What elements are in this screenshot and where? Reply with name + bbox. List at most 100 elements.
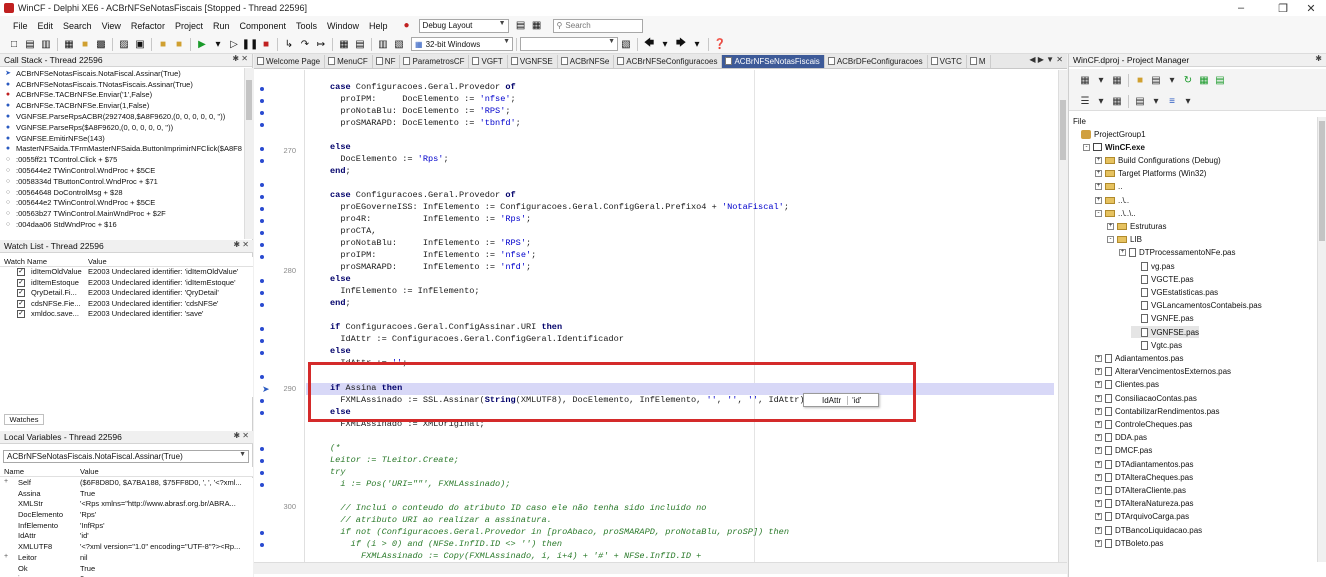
run-to-cursor-icon[interactable]: ↦ bbox=[315, 38, 327, 50]
new-icon[interactable]: □ bbox=[8, 38, 20, 50]
tree-item[interactable]: + ContabilizarRendimentos.pas bbox=[1095, 405, 1220, 417]
expand-icon[interactable]: + bbox=[1095, 394, 1102, 402]
back-dropdown-icon[interactable]: ▾ bbox=[659, 38, 671, 50]
save-layout-icon[interactable]: ▤ bbox=[515, 20, 527, 32]
add-file-icon[interactable]: ■ bbox=[157, 38, 169, 50]
local-row[interactable]: DocElemento 'Rps' bbox=[0, 510, 253, 521]
step-over-icon[interactable]: ↷ bbox=[299, 38, 311, 50]
tree-item[interactable]: + Adiantamentos.pas bbox=[1095, 352, 1184, 364]
call-stack-scrollbar[interactable] bbox=[244, 68, 253, 239]
open-project-icon[interactable]: ▦ bbox=[63, 38, 75, 50]
sort-icon[interactable]: ☰ bbox=[1079, 95, 1091, 107]
add-icon[interactable]: ▦ bbox=[1111, 74, 1123, 86]
tree-item[interactable]: + DTAlteraCheques.pas bbox=[1095, 471, 1193, 483]
menu-tools[interactable]: Tools bbox=[291, 21, 322, 31]
expand-icon[interactable]: + bbox=[1119, 249, 1126, 257]
sync-icon[interactable]: ↻ bbox=[1182, 74, 1194, 86]
menu-project[interactable]: Project bbox=[170, 21, 208, 31]
stop-icon[interactable]: ■ bbox=[260, 38, 272, 50]
tree-item[interactable]: - WinCF.exe bbox=[1083, 141, 1145, 153]
close-file-icon[interactable]: ▣ bbox=[134, 38, 146, 50]
tab-welcome-page[interactable]: Welcome Page bbox=[254, 54, 326, 68]
ide-search-input[interactable]: ⚲ Search bbox=[552, 18, 643, 33]
tree-item[interactable]: VGLancamentosContabeis.pas bbox=[1131, 300, 1262, 312]
project-options-icon[interactable]: ▥ bbox=[377, 38, 389, 50]
dropdown-icon[interactable]: ▾ bbox=[1095, 95, 1107, 107]
pin-close-icon[interactable]: ✱ ✕ bbox=[232, 54, 248, 63]
call-stack-row[interactable]: ○:005644e2 TWinControl.WndProc + $5CE bbox=[0, 165, 253, 176]
dropdown-icon[interactable]: ▾ bbox=[1182, 95, 1194, 107]
watch-checkbox[interactable]: ✓ bbox=[17, 299, 25, 308]
expand-icon[interactable]: + bbox=[1095, 368, 1102, 376]
remove-file-icon[interactable]: ■ bbox=[173, 38, 185, 50]
minimize-button[interactable]: – bbox=[1226, 0, 1256, 16]
tree-item[interactable]: VGCTE.pas bbox=[1131, 273, 1194, 285]
watch-row[interactable]: ✓ cdsNFSe.Fie... E2003 Undeclared identifi… bbox=[0, 299, 253, 310]
toggle-form-icon[interactable]: ▤ bbox=[354, 38, 366, 50]
tree-item[interactable]: +.. bbox=[1095, 181, 1122, 193]
watch-checkbox[interactable]: ✓ bbox=[17, 289, 25, 298]
call-stack-row[interactable]: ● ACBrNFSe.TACBrNFSe.Enviar('1',False) bbox=[0, 90, 253, 101]
tab-parametroscf[interactable]: ParametrosCF bbox=[400, 54, 470, 68]
call-stack-row[interactable]: ○:0055ff21 TControl.Click + $75 bbox=[0, 154, 253, 165]
device-combo[interactable]: ▼ bbox=[520, 37, 618, 51]
expand-icon[interactable]: + bbox=[1095, 486, 1102, 494]
help-question-icon[interactable]: ❓ bbox=[714, 38, 726, 50]
tree-item[interactable]: VGNFE.pas bbox=[1131, 313, 1194, 325]
expand-icon[interactable]: + bbox=[1095, 434, 1102, 442]
layout-window-icon[interactable]: ▦ bbox=[531, 20, 543, 32]
tree-item[interactable]: Vgtc.pas bbox=[1131, 339, 1182, 351]
tree-item[interactable]: + DDA.pas bbox=[1095, 432, 1147, 444]
save-icon[interactable]: ▩ bbox=[95, 38, 107, 50]
menu-edit[interactable]: Edit bbox=[33, 21, 59, 31]
tree-item[interactable]: VGEstatisticas.pas bbox=[1131, 286, 1218, 298]
call-stack-row[interactable]: ● MasterNFSaida.TFrmMasterNFSaida.ButtonI… bbox=[0, 144, 253, 155]
watch-checkbox[interactable]: ✓ bbox=[17, 310, 25, 319]
form-view-icon[interactable]: ▦ bbox=[338, 38, 350, 50]
expand-all-icon[interactable]: ▦ bbox=[1198, 74, 1210, 86]
tree-item[interactable]: + DTBancoLiquidacao.pas bbox=[1095, 524, 1202, 536]
menu-file[interactable]: File bbox=[8, 21, 33, 31]
editor-hscrollbar[interactable] bbox=[254, 562, 1067, 574]
column-value[interactable]: Value bbox=[88, 257, 107, 266]
local-row[interactable]: InfElemento 'InfRps' bbox=[0, 521, 253, 532]
tree-item[interactable]: + DTAdiantamentos.pas bbox=[1095, 458, 1194, 470]
expand-icon[interactable]: + bbox=[1095, 539, 1102, 547]
forward-icon[interactable]: 🡆 bbox=[675, 38, 687, 50]
view-icon[interactable]: ▤ bbox=[1150, 74, 1162, 86]
collapse-icon[interactable]: - bbox=[1095, 209, 1102, 217]
expand-icon[interactable]: + bbox=[1095, 500, 1102, 508]
expand-icon[interactable]: + bbox=[1095, 156, 1102, 164]
restore-button[interactable]: ❐ bbox=[1268, 0, 1298, 16]
dropdown-icon[interactable]: ▾ bbox=[1150, 95, 1162, 107]
local-row[interactable]: + Self ($6F8D8D0, $A7BA188, $75FF8D0, ', '… bbox=[0, 478, 253, 489]
expand-icon[interactable]: + bbox=[1095, 447, 1102, 455]
column-value[interactable]: Value bbox=[80, 467, 99, 476]
expand-icon[interactable]: + bbox=[1095, 381, 1102, 389]
pin-icon[interactable]: ✱ bbox=[1315, 54, 1322, 63]
expand-icon[interactable]: + bbox=[1107, 222, 1114, 230]
run-dropdown-icon[interactable]: ▾ bbox=[212, 38, 224, 50]
editor-vscrollbar[interactable] bbox=[1058, 70, 1067, 562]
watch-row[interactable]: ✓ idItemEstoque E2003 Undeclared identifie… bbox=[0, 278, 253, 289]
dropdown-icon[interactable]: ▾ bbox=[1095, 74, 1107, 86]
tree-item[interactable]: - ..\..\.. bbox=[1095, 207, 1136, 219]
code-text[interactable]: ➤ case Configuracoes.Geral.Provedor of p… bbox=[254, 70, 1054, 562]
platform-combo[interactable]: ▦ 32-bit Windows ▼ bbox=[411, 37, 513, 51]
options-icon[interactable]: ≡ bbox=[1166, 95, 1178, 107]
expand-icon[interactable]: + bbox=[1095, 460, 1102, 468]
tree-item[interactable]: + ControleCheques.pas bbox=[1095, 418, 1192, 430]
column-watch-name[interactable]: Watch Name bbox=[4, 257, 47, 266]
tab-watches[interactable]: Watches bbox=[4, 414, 44, 425]
collapse-icon[interactable]: - bbox=[1107, 236, 1114, 244]
tab-acbrdfeconfiguracoes[interactable]: ACBrDFeConfiguracoes bbox=[825, 54, 928, 68]
tree-item[interactable]: + Estruturas bbox=[1107, 220, 1166, 232]
menu-refactor[interactable]: Refactor bbox=[126, 21, 170, 31]
local-row[interactable]: XMLUTF8 '<?xml version="1.0" encoding="UT… bbox=[0, 542, 253, 553]
tree-item[interactable]: + DMCF.pas bbox=[1095, 445, 1152, 457]
tab-vgft[interactable]: VGFT bbox=[469, 54, 508, 68]
layout-combo[interactable]: Debug Layout ▼ bbox=[418, 18, 509, 33]
tree-item[interactable]: + Build Configurations (Debug) bbox=[1095, 154, 1221, 166]
pin-close-icon[interactable]: ✱ ✕ bbox=[233, 431, 249, 440]
expand-icon[interactable]: + bbox=[1095, 513, 1102, 521]
